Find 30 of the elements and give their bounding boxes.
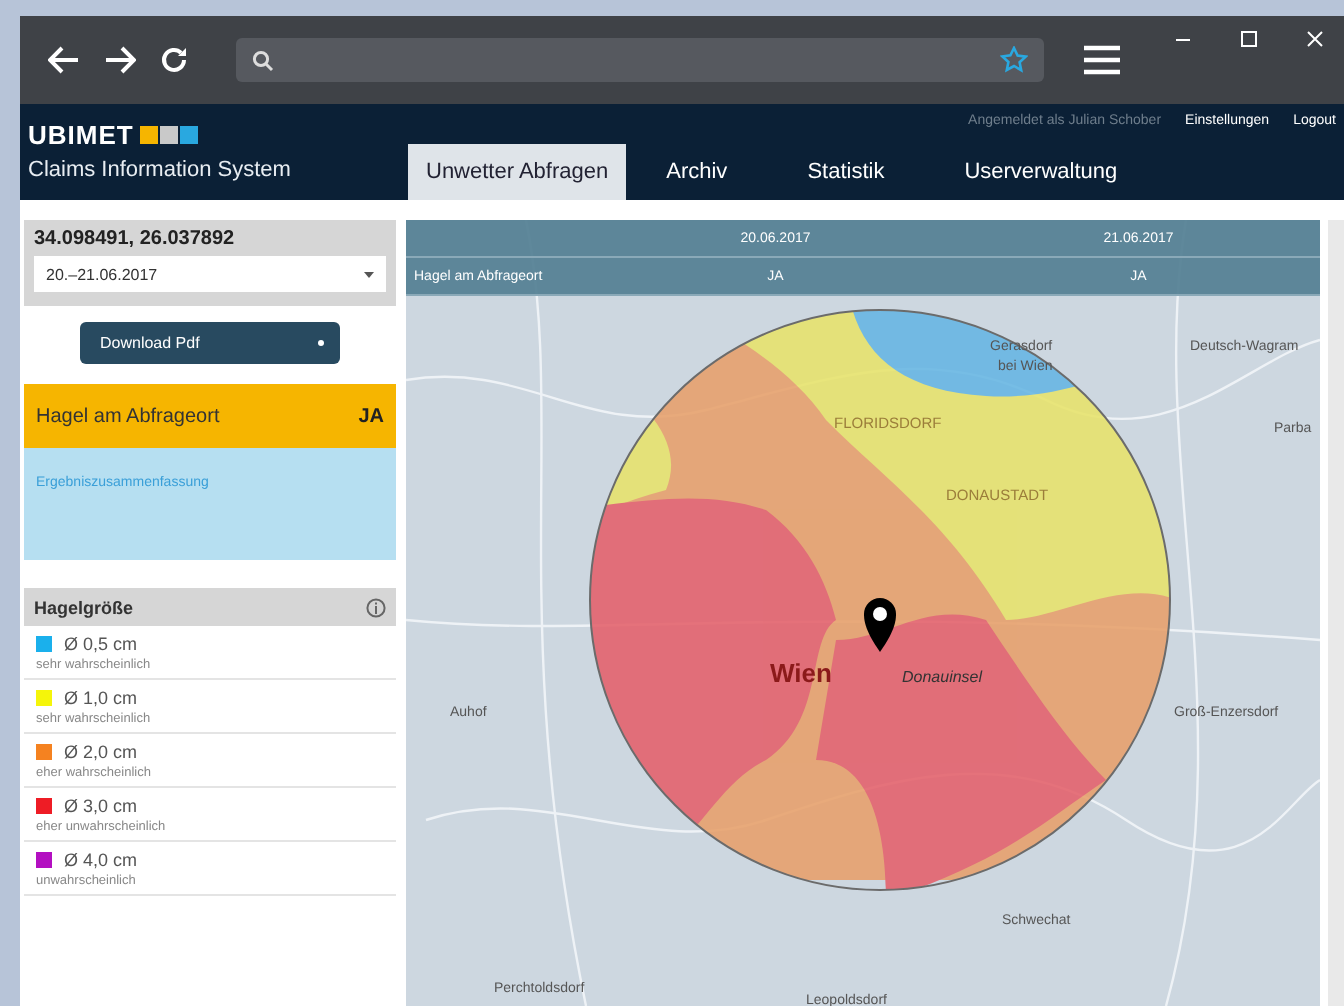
reload-icon[interactable] [160, 46, 188, 74]
hail-size: Ø 0,5 cm [64, 634, 138, 654]
hail-size: Ø 3,0 cm [64, 796, 138, 816]
coordinates: 34.098491, 26.037892 [34, 228, 237, 250]
info-icon[interactable] [366, 597, 386, 617]
location-pin-icon[interactable] [864, 598, 896, 652]
map-label: Donauinsel [902, 668, 983, 686]
close-icon[interactable] [1306, 30, 1324, 48]
date-range-select[interactable]: 20.–21.06.2017 [34, 256, 386, 292]
logo-squares-icon [139, 126, 200, 144]
logo-text: UBIMET [28, 120, 134, 150]
menu-icon[interactable] [1084, 44, 1120, 76]
maximize-icon[interactable] [1240, 30, 1258, 48]
nav-tab[interactable]: Archiv [626, 144, 768, 200]
legend-title: Hagelgröße [34, 597, 134, 617]
back-icon[interactable] [48, 46, 80, 74]
hail-size: Ø 1,0 cm [64, 688, 138, 708]
star-icon[interactable] [1000, 46, 1028, 74]
forward-icon[interactable] [104, 46, 136, 74]
result-value: JA [358, 405, 384, 427]
app-subtitle: Claims Information System [28, 158, 293, 182]
download-pdf-button[interactable]: Download Pdf [80, 322, 340, 364]
nav-tab[interactable]: Statistik [767, 144, 925, 200]
map-label: Wien [770, 658, 832, 688]
result-label: Hagel am Abfrageort [36, 405, 220, 427]
hail-size: Ø 2,0 cm [64, 742, 138, 762]
search-icon [252, 49, 274, 71]
hail-size: Ø 4,0 cm [64, 850, 138, 870]
nav-tab[interactable]: Unwetter Abfragen [408, 144, 627, 200]
nav-tab[interactable]: Userverwaltung [924, 144, 1158, 200]
